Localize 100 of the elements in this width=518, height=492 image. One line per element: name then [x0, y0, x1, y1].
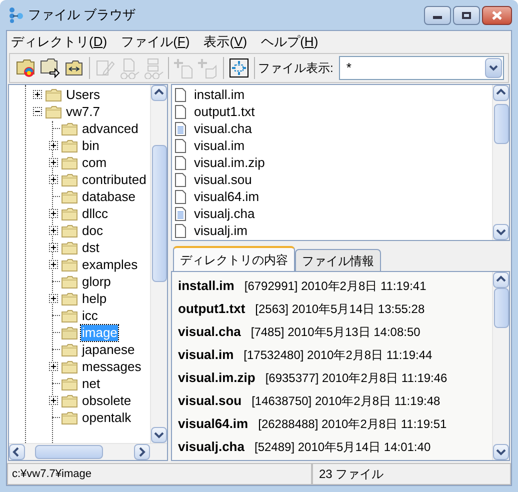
scroll-down-button[interactable]	[493, 444, 509, 460]
tree-item[interactable]: dst	[81, 240, 100, 256]
dropdown-button[interactable]	[485, 58, 502, 78]
scroll-up-button[interactable]	[151, 85, 167, 101]
folder-icon	[61, 292, 78, 306]
filter-combo[interactable]: *	[339, 56, 504, 80]
expand-icon[interactable]	[48, 396, 58, 405]
folder-icon	[61, 308, 78, 322]
scrollbar[interactable]	[492, 85, 509, 240]
scrollbar[interactable]	[492, 272, 509, 460]
scroll-thumb[interactable]	[494, 288, 509, 328]
folder-icon	[61, 224, 78, 238]
tree-item[interactable]: dllcc	[81, 206, 110, 222]
expand-icon[interactable]	[48, 158, 58, 167]
text-file-icon	[175, 206, 186, 220]
scroll-left-button[interactable]	[9, 444, 25, 460]
menu-item[interactable]: ヘルプ(H)	[261, 32, 318, 52]
tab[interactable]: ディレクトリの内容	[173, 246, 295, 271]
tree-item[interactable]: help	[81, 290, 108, 306]
file-item[interactable]: install.im	[194, 85, 245, 104]
filter-input[interactable]: *	[340, 58, 485, 78]
folder-icon	[61, 156, 78, 170]
folder-icon	[61, 258, 78, 272]
tree-item[interactable]: japanese	[81, 342, 136, 358]
tree-item[interactable]: examples	[81, 256, 139, 272]
file-icon	[175, 138, 186, 152]
text-file-icon	[175, 122, 186, 136]
file-name: visual64.im	[178, 414, 248, 433]
folder-icon	[61, 360, 78, 374]
scrollbar[interactable]	[150, 85, 167, 443]
expand-icon[interactable]	[48, 362, 58, 371]
scroll-up-button[interactable]	[493, 85, 509, 101]
expand-icon[interactable]	[48, 226, 58, 235]
file-item[interactable]: visual.cha	[194, 118, 252, 138]
tree-item[interactable]: database	[81, 188, 136, 204]
file-info: [6792991] 2010年2月8日 11:19:41	[244, 278, 426, 294]
file-item[interactable]: visual.im	[194, 136, 245, 156]
file-icon	[175, 88, 186, 102]
scroll-up-button[interactable]	[493, 272, 509, 288]
file-item[interactable]: visual.sou	[194, 170, 252, 190]
scroll-thumb[interactable]	[35, 445, 103, 459]
file-name: visualj.cha	[178, 438, 244, 456]
folder-icon	[61, 172, 78, 186]
folder-icon	[61, 376, 78, 390]
tree-item[interactable]: obsolete	[81, 392, 132, 408]
file-item[interactable]: output1.txt	[194, 102, 255, 122]
scrollbar[interactable]	[9, 443, 167, 460]
expand-icon[interactable]	[48, 260, 58, 269]
tree-item[interactable]: opentalk	[81, 410, 132, 426]
folder-icon	[61, 122, 78, 136]
tree-item[interactable]: glorp	[81, 274, 112, 290]
folder-icon	[45, 88, 62, 102]
tree-item[interactable]: bin	[81, 138, 100, 154]
expand-icon[interactable]	[48, 175, 58, 184]
expand-icon[interactable]	[48, 209, 58, 218]
folder-icon	[61, 138, 78, 152]
expand-icon[interactable]	[48, 141, 58, 150]
scroll-down-button[interactable]	[151, 427, 167, 443]
menu-item[interactable]: ファイル(F)	[121, 32, 190, 52]
file-icon	[175, 190, 186, 204]
tree-item[interactable]: Users	[65, 86, 101, 102]
folder-icon	[61, 206, 78, 220]
file-info: [2563] 2010年5月14日 13:55:28	[255, 300, 425, 318]
window-title: ファイル ブラウザ	[28, 6, 136, 24]
tree-item[interactable]: contributed	[81, 172, 148, 188]
file-info: [6935377] 2010年2月8日 11:19:46	[265, 370, 448, 386]
tree-item[interactable]: com	[81, 154, 108, 170]
file-name: visual.cha	[178, 322, 241, 341]
file-icon	[175, 224, 186, 238]
status-path: c:¥vw7.7¥image	[7, 463, 312, 485]
file-info: [26288488] 2010年2月8日 11:19:51	[258, 416, 447, 432]
tree-item[interactable]: doc	[81, 222, 104, 238]
tree-item[interactable]: messages	[81, 358, 142, 374]
tree-item[interactable]: net	[81, 376, 102, 392]
scroll-down-button[interactable]	[493, 224, 509, 240]
file-info: [17532480] 2010年2月8日 11:19:44	[244, 346, 432, 364]
scroll-thumb[interactable]	[494, 104, 509, 144]
maximize-button[interactable]	[453, 6, 480, 24]
scroll-right-button[interactable]	[134, 444, 150, 460]
file-item[interactable]: visual.im.zip	[194, 152, 265, 172]
collapse-icon[interactable]	[32, 107, 42, 116]
tab[interactable]: ファイル情報	[295, 249, 381, 271]
expand-icon[interactable]	[32, 90, 42, 99]
close-button[interactable]	[482, 6, 512, 24]
file-item[interactable]: visualj.cha	[194, 204, 255, 224]
menu-item[interactable]: ディレクトリ(D)	[11, 32, 108, 52]
menu-item[interactable]: 表示(V)	[204, 32, 248, 52]
status-count: 23 ファイル	[312, 463, 511, 485]
file-item[interactable]: visual64.im	[194, 186, 260, 206]
tree-item[interactable]: icc	[81, 308, 99, 324]
minimize-button[interactable]	[424, 6, 451, 24]
folder-icon	[61, 410, 78, 424]
scroll-thumb[interactable]	[152, 145, 167, 282]
file-icon	[175, 172, 186, 186]
expand-icon[interactable]	[48, 243, 58, 252]
tree-item[interactable]: advanced	[81, 120, 140, 136]
expand-icon[interactable]	[48, 294, 58, 303]
file-item[interactable]: visualj.im	[194, 220, 248, 240]
file-icon	[175, 104, 186, 118]
tree-item[interactable]: vw7.7	[65, 104, 101, 120]
